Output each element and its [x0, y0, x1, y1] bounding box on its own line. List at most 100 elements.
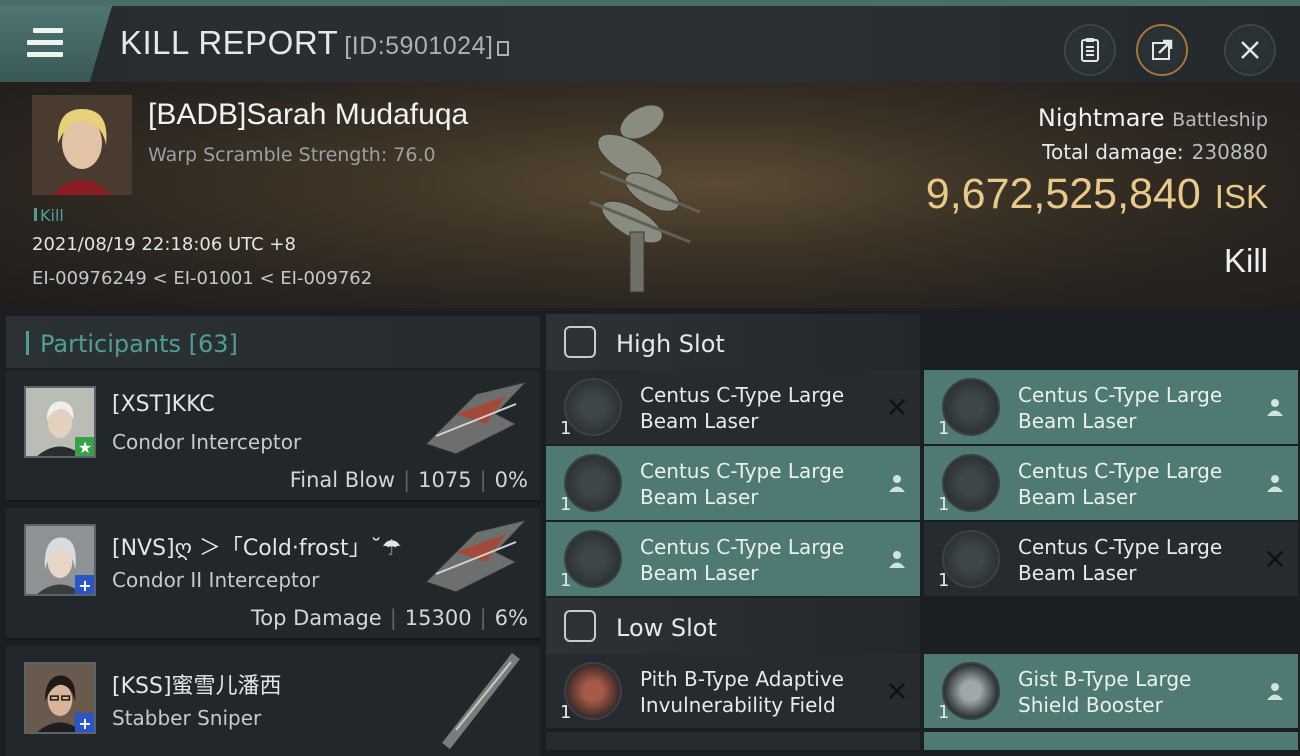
module-quantity: 1 [560, 494, 572, 515]
avatar: + [24, 662, 96, 734]
participant-ship: Stabber Sniper [112, 706, 262, 730]
participant-role: Top Damage [250, 606, 382, 630]
destroyed-icon [889, 683, 905, 699]
person-icon [1267, 399, 1283, 416]
module-quantity: 1 [560, 570, 572, 591]
module-item[interactable]: 1 Pith B-Type Adaptive Invulnerability Fi… [546, 654, 920, 728]
victim-ship-render [589, 104, 701, 293]
module-name-line: Centus C-Type Large [640, 383, 845, 407]
module-name: Centus C-Type Large Beam Laser [640, 458, 880, 510]
beam-laser-icon [564, 530, 622, 588]
person-icon [889, 475, 905, 492]
beam-laser-icon [942, 454, 1000, 512]
copy-icon[interactable] [497, 41, 510, 56]
kill-datetime: 2021/08/19 22:18:06 UTC +8 [32, 234, 296, 255]
participant-damage: 1075 [418, 468, 472, 492]
module-item[interactable]: 1 Centus C-Type Large Beam Laser [546, 522, 920, 596]
participant-name: [KSS]蜜雪儿潘西 [112, 674, 282, 699]
participant-stats: Top Damage | 15300 | 6% [250, 606, 528, 630]
high-slot-icon [564, 326, 596, 358]
victim-banner: [BADB]Sarah Mudafuqa Warp Scramble Stren… [0, 82, 1300, 308]
close-button[interactable] [1224, 24, 1276, 76]
participant-card[interactable]: + [NVS]ღ ＞「Cold·frost」˘☂ Condor II Inter… [6, 508, 540, 640]
high-slot-header: High Slot [546, 314, 920, 370]
module-name-line: Beam Laser [1018, 409, 1137, 433]
participant-ship: Condor Interceptor [112, 430, 302, 454]
participant-damage: 15300 [404, 606, 472, 630]
participant-ship-render [425, 519, 528, 593]
module-quantity: 1 [938, 570, 950, 591]
close-icon [1241, 41, 1259, 59]
victim-name[interactable]: [BADB]Sarah Mudafuqa [148, 98, 468, 132]
page-title: KILL REPORT [ID:5901024] [120, 24, 510, 62]
victim-portrait[interactable] [32, 95, 132, 195]
beam-laser-icon [564, 454, 622, 512]
module-name-line: Centus C-Type Large [640, 535, 845, 559]
star-icon: ★ [75, 437, 94, 456]
avatar: + [24, 524, 96, 596]
participant-percent: 6% [494, 606, 528, 630]
participant-role: Final Blow [289, 468, 396, 492]
total-damage-label: Total damage: [1042, 140, 1184, 164]
module-name-line: Beam Laser [1018, 561, 1137, 585]
menu-button[interactable] [0, 6, 112, 82]
participant-card[interactable]: + [KSS]蜜雪儿潘西 Stabber Sniper [6, 646, 540, 756]
module-name-line: Invulnerability Field [640, 693, 836, 717]
high-slot-label: High Slot [616, 330, 725, 358]
module-name: Centus C-Type Large Beam Laser [1018, 458, 1258, 510]
victim-ship: Nightmare Battleship [1038, 104, 1268, 132]
destroyed-icon [1267, 551, 1283, 567]
module-name-line: Centus C-Type Large [1018, 459, 1223, 483]
person-icon [889, 551, 905, 568]
module-item[interactable]: 1 Centus C-Type Large Beam Laser [924, 446, 1298, 520]
module-name-line: Beam Laser [640, 561, 759, 585]
module-quantity: 1 [938, 702, 950, 723]
module-quantity: 1 [560, 418, 572, 439]
module-name-line: Centus C-Type Large [640, 459, 845, 483]
participant-name: [NVS]ღ ＞「Cold·frost」˘☂ [112, 536, 402, 561]
kill-tag: Kill [34, 206, 64, 225]
module-item[interactable]: 1 Centus C-Type Large Beam Laser [924, 370, 1298, 444]
module-name-line: Gist B-Type Large [1018, 667, 1192, 691]
clipboard-icon [1081, 38, 1099, 62]
plus-icon: + [75, 713, 94, 732]
accent-bar [26, 331, 29, 355]
module-item[interactable]: 1 Centus C-Type Large Beam Laser [924, 522, 1298, 596]
participant-ship: Condor II Interceptor [112, 568, 320, 592]
title-text: KILL REPORT [120, 24, 339, 61]
module-quantity: 1 [560, 702, 572, 723]
isk-amount: 9,672,525,840 [925, 170, 1201, 218]
participants-title: Participants [63] [40, 330, 238, 358]
module-name-line: Beam Laser [640, 485, 759, 509]
total-damage: Total damage: 230880 [1042, 140, 1268, 164]
module-name-line: Beam Laser [640, 409, 759, 433]
module-item-partial[interactable] [546, 732, 920, 750]
module-item[interactable]: 1 Centus C-Type Large Beam Laser [546, 370, 920, 444]
participants-panel: Participants [63] ★ [XST]KKC Condor Inte… [0, 308, 540, 756]
participant-percent: 0% [494, 468, 528, 492]
participant-stats: Final Blow | 1075 | 0% [289, 468, 528, 492]
shield-icon [942, 662, 1000, 720]
module-quantity: 1 [938, 494, 950, 515]
participants-header[interactable]: Participants [63] [6, 316, 540, 368]
low-slot-icon [564, 610, 596, 642]
module-name: Gist B-Type Large Shield Booster [1018, 666, 1258, 718]
warp-scramble-strength: Warp Scramble Strength: 76.0 [148, 144, 436, 166]
share-button[interactable] [1136, 24, 1188, 76]
module-name: Pith B-Type Adaptive Invulnerability Fiel… [640, 666, 880, 718]
module-name: Centus C-Type Large Beam Laser [640, 534, 880, 586]
clipboard-button[interactable] [1064, 24, 1116, 76]
module-name-line: Pith B-Type Adaptive [640, 667, 844, 691]
victim-avatar [32, 95, 132, 195]
report-id: [ID:5901024] [344, 32, 494, 60]
fitting-panel: High Slot 1 Centus C-Type Large Beam Lase… [542, 308, 1300, 750]
victim-ship-name[interactable]: Nightmare [1038, 104, 1165, 132]
module-item[interactable]: 1 Gist B-Type Large Shield Booster [924, 654, 1298, 728]
module-item[interactable]: 1 Centus C-Type Large Beam Laser [546, 446, 920, 520]
top-bar: KILL REPORT [ID:5901024] [0, 0, 1300, 82]
module-name-line: Centus C-Type Large [1018, 535, 1223, 559]
module-item-partial[interactable] [924, 732, 1298, 750]
participant-card[interactable]: ★ [XST]KKC Condor Interceptor Final Blow… [6, 370, 540, 502]
isk-unit: ISK [1214, 178, 1268, 215]
beam-laser-icon [564, 378, 622, 436]
